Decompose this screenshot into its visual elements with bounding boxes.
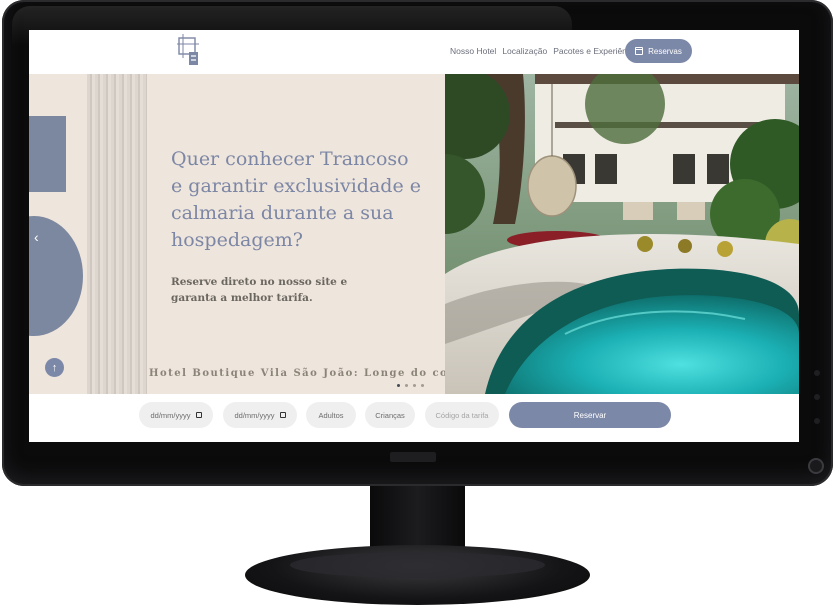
nav-link-localizacao[interactable]: Localização — [502, 46, 547, 56]
monitor-stand-rim — [290, 552, 545, 578]
hotel-logo-icon[interactable] — [177, 34, 201, 68]
pool-garden-photo — [445, 74, 799, 394]
adults-label: Adultos — [318, 410, 344, 420]
checkout-date-value: dd/mm/yyyy — [234, 410, 275, 420]
decorative-texture — [87, 74, 147, 394]
hero-photo-pool — [445, 74, 799, 394]
hero-slider: ‹ Quer conhecer Trancoso e garantir excl… — [29, 74, 799, 394]
monitor-bezel: Nosso Hotel Localização Pacotes e Experi… — [2, 0, 833, 486]
monitor-side-button — [814, 370, 820, 376]
calendar-icon — [279, 412, 286, 418]
slider-dot[interactable] — [413, 384, 416, 387]
slider-dot[interactable] — [397, 384, 400, 387]
adults-select[interactable]: Adultos — [306, 402, 356, 428]
promo-code-placeholder: Código da tarifa — [435, 410, 489, 420]
nav-link-nosso-hotel[interactable]: Nosso Hotel — [450, 46, 496, 56]
calendar-icon — [195, 412, 202, 418]
reservar-button[interactable]: Reservar — [509, 402, 671, 428]
hero-title: Quer conhecer Trancoso e garantir exclus… — [171, 148, 421, 251]
screen: Nosso Hotel Localização Pacotes e Experi… — [29, 30, 799, 442]
checkin-date-input[interactable]: dd/mm/yyyy — [139, 402, 213, 428]
booking-bar: dd/mm/yyyy dd/mm/yyyy Adultos Crianças C… — [29, 394, 799, 442]
hero-text-panel: ‹ Quer conhecer Trancoso e garantir excl… — [29, 74, 445, 394]
children-label: Crianças — [375, 410, 405, 420]
reservas-label: Reservas — [648, 46, 682, 56]
children-select[interactable]: Crianças — [365, 402, 415, 428]
arrow-up-icon[interactable]: ↑ — [45, 358, 64, 377]
monitor-side-button — [814, 418, 820, 424]
promo-code-input[interactable]: Código da tarifa — [425, 402, 499, 428]
main-nav: Nosso Hotel Localização Pacotes e Experi… — [450, 46, 642, 56]
checkin-date-value: dd/mm/yyyy — [150, 410, 191, 420]
hero-tagline: Hotel Boutique Vila São João: Longe do c… — [149, 368, 445, 379]
reservas-button[interactable]: Reservas — [625, 39, 692, 63]
checkout-date-input[interactable]: dd/mm/yyyy — [223, 402, 297, 428]
decorative-square — [29, 116, 66, 192]
slider-prev-icon[interactable]: ‹ — [34, 229, 39, 245]
site-header: Nosso Hotel Localização Pacotes e Experi… — [29, 30, 799, 74]
monitor-brand-mark — [390, 452, 436, 462]
reservar-label: Reservar — [573, 410, 607, 420]
power-button — [808, 458, 824, 474]
calendar-icon — [635, 47, 644, 55]
monitor-side-button — [814, 394, 820, 400]
hero-subtitle: Reserve direto no nosso site e garanta a… — [171, 276, 348, 304]
slider-dots — [397, 384, 424, 387]
slider-dot[interactable] — [421, 384, 424, 387]
slider-dot[interactable] — [405, 384, 408, 387]
scroll-top-glyph: ↑ — [51, 361, 58, 374]
